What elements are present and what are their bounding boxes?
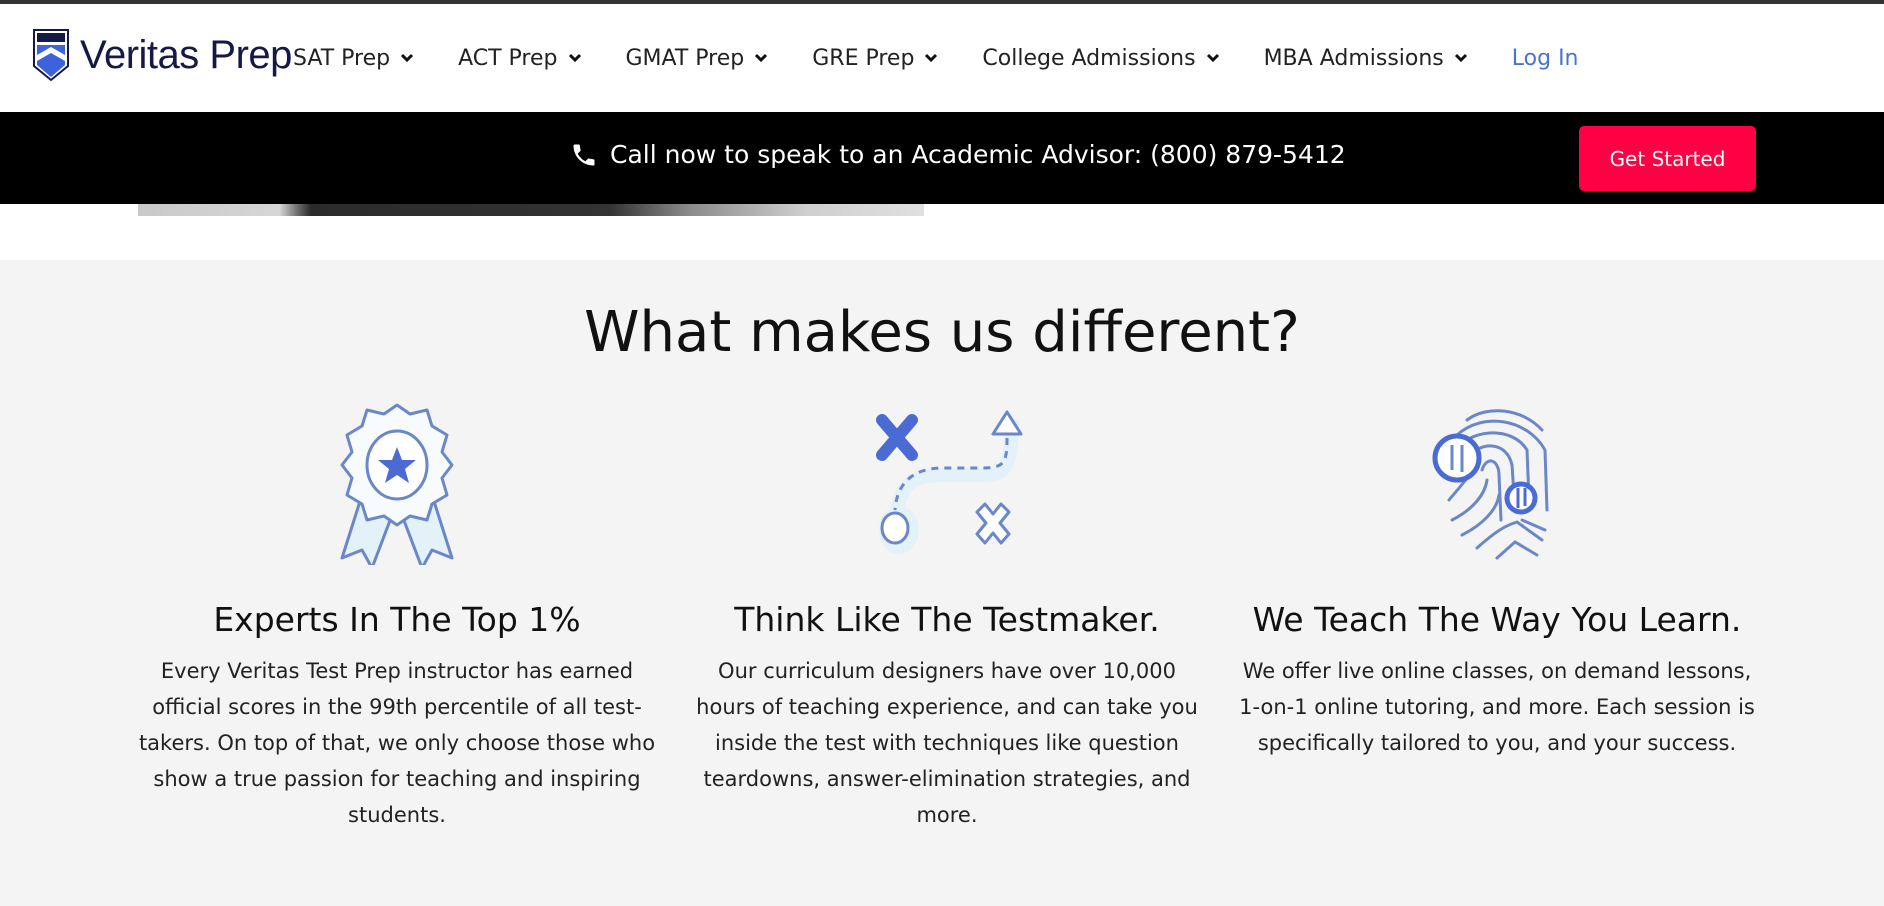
- feature-text: Our curriculum designers have over 10,00…: [696, 659, 1198, 827]
- chevron-down-icon: [925, 53, 938, 63]
- nav-college-admissions[interactable]: College Admissions: [982, 46, 1219, 71]
- section-title: What makes us different?: [584, 300, 1300, 365]
- chevron-down-icon: [1206, 53, 1219, 63]
- get-started-button[interactable]: Get Started: [1579, 126, 1756, 191]
- nav-label: College Admissions: [982, 45, 1196, 71]
- nav-gre-prep[interactable]: GRE Prep: [812, 46, 938, 71]
- chevron-down-icon: [568, 53, 581, 63]
- nav-label: ACT Prep: [458, 45, 558, 71]
- hero-image-strip: [138, 204, 924, 216]
- nav-gmat-prep[interactable]: GMAT Prep: [626, 46, 769, 71]
- call-text: Call now to speak to an Academic Advisor…: [610, 140, 1346, 169]
- feature-experts: Experts In The Top 1% Every Veritas Test…: [137, 400, 657, 833]
- site-header: Veritas Prep SAT Prep ACT Prep GMAT Prep…: [0, 4, 1884, 112]
- chevron-down-icon: [1454, 53, 1467, 63]
- feature-heading: Experts In The Top 1%: [213, 600, 581, 639]
- call-text-group[interactable]: Call now to speak to an Academic Advisor…: [570, 140, 1346, 169]
- nav-label: GMAT Prep: [625, 45, 745, 71]
- nav-mba-admissions[interactable]: MBA Admissions: [1264, 46, 1468, 71]
- login-link[interactable]: Log In: [1512, 46, 1579, 71]
- phone-icon: [573, 144, 595, 165]
- nav-label: MBA Admissions: [1263, 45, 1444, 71]
- shield-logo-icon: [33, 29, 69, 82]
- feature-text: Every Veritas Test Prep instructor has e…: [138, 659, 656, 827]
- feature-heading: Think Like The Testmaker.: [734, 600, 1160, 639]
- nav-label: SAT Prep: [293, 45, 391, 71]
- nav-act-prep[interactable]: ACT Prep: [458, 46, 581, 71]
- nav-label: GRE Prep: [812, 45, 915, 71]
- feature-teach: We Teach The Way You Learn. We offer liv…: [1237, 400, 1757, 761]
- main-nav: SAT Prep ACT Prep GMAT Prep GRE Prep Col…: [293, 4, 1579, 112]
- nav-sat-prep[interactable]: SAT Prep: [293, 46, 414, 71]
- feature-text: We offer live online classes, on demand …: [1239, 659, 1755, 755]
- chevron-down-icon: [755, 53, 768, 63]
- call-bar: Call now to speak to an Academic Advisor…: [0, 112, 1884, 204]
- logo-text: Veritas Prep: [80, 32, 292, 77]
- logo[interactable]: Veritas Prep: [32, 28, 292, 82]
- chevron-down-icon: [401, 53, 414, 63]
- award-ribbon-icon: [340, 403, 454, 565]
- feature-heading: We Teach The Way You Learn.: [1252, 600, 1742, 639]
- fingerprint-icon: [1432, 409, 1549, 560]
- strategy-play-icon: [876, 410, 1023, 554]
- feature-testmaker: Think Like The Testmaker. Our curriculum…: [687, 400, 1207, 833]
